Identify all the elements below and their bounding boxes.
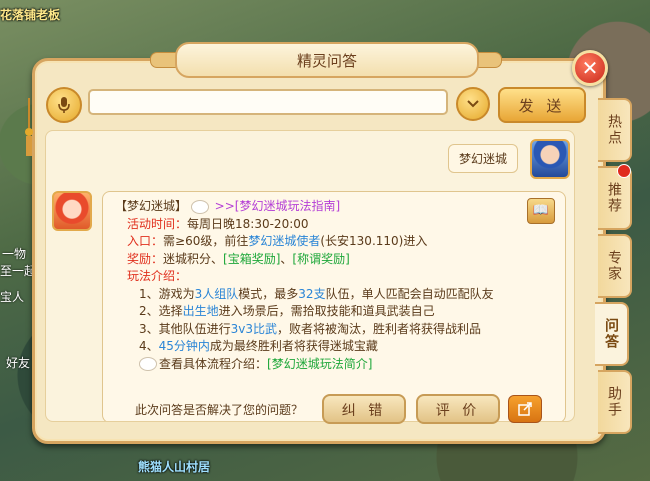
rule4-b: 45分钟内 <box>158 339 210 353</box>
bg-location-label: 熊猫人山村居 <box>138 460 211 474</box>
intro-label: 玩法介绍： <box>127 269 188 283</box>
reward-chest-link[interactable]: [宝箱奖励] <box>223 252 280 266</box>
tab-hot-label: 热点 <box>606 114 622 146</box>
bg-side-text-1: 一物 <box>2 247 27 261</box>
reward-sep: 、 <box>280 251 293 266</box>
tab-assistant-label: 助手 <box>606 386 622 418</box>
tab-hot[interactable]: 热点 <box>598 98 632 162</box>
rule3-c: ，败者将被淘汰，胜利者将获得战利品 <box>277 321 482 336</box>
npc-line-header: 【梦幻迷城】 >>[梦幻迷城玩法指南] <box>115 198 553 216</box>
rule2-a: 2、选择 <box>139 304 183 318</box>
share-icon <box>518 402 532 416</box>
share-button[interactable] <box>508 395 542 423</box>
question-input[interactable] <box>88 89 448 115</box>
dialog-title: 精灵问答 <box>175 42 479 78</box>
footer-text: 查看具体流程介绍： <box>159 356 268 371</box>
tab-expert-label: 专家 <box>606 250 622 282</box>
tab-qa[interactable]: 问答 <box>595 302 629 366</box>
intro-link[interactable]: [梦幻迷城玩法简介] <box>267 357 372 371</box>
tassel-decoration <box>25 98 33 156</box>
npc-line-footer: 查看具体流程介绍：[梦幻迷城玩法简介] <box>115 356 553 374</box>
close-x-icon: ✕ <box>581 56 599 80</box>
tab-qa-label: 问答 <box>603 318 619 350</box>
tab-assistant[interactable]: 助手 <box>598 370 632 434</box>
book-icon[interactable]: 📖 <box>527 198 555 224</box>
sheep-icon <box>190 199 209 214</box>
send-button-label: 发 送 <box>518 96 566 115</box>
time-label: 活动时间： <box>127 216 188 231</box>
npc-line-intro: 玩法介绍： <box>115 268 553 286</box>
rule4-a: 4、 <box>139 339 159 353</box>
npc-line-time: 活动时间：每周日晚18:30-20:00 <box>115 216 553 234</box>
bg-shop-label: 花落铺老板 <box>0 8 61 22</box>
bg-side-text-4: 好友 <box>6 356 31 370</box>
rate-button[interactable]: 评 价 <box>416 394 500 424</box>
reward-label: 奖励： <box>127 251 164 266</box>
player-message-bubble: 梦幻迷城 <box>447 144 518 173</box>
report-error-label: 纠 错 <box>341 403 387 419</box>
npc-rule-2: 2、选择出生地进入场景后，需拾取技能和道具武装自己 <box>115 303 553 321</box>
entry-label: 入口： <box>127 234 164 248</box>
notification-dot <box>617 164 631 178</box>
npc-line-entry: 入口：需≥60级，前往梦幻迷城使者(长安130.110)进入 <box>115 233 553 251</box>
tab-recommend-label: 推荐 <box>606 182 622 214</box>
rule3-a: 3、其他队伍进行 <box>139 321 231 336</box>
bg-side-text-3: 宝人 <box>0 290 25 304</box>
send-button[interactable]: 发 送 <box>498 87 586 123</box>
guide-link[interactable]: >>[梦幻迷城玩法指南] <box>215 199 340 213</box>
npc-title-text: 【梦幻迷城】 <box>115 199 188 213</box>
rule1-c: 模式，最多 <box>238 286 299 301</box>
chevron-down-icon <box>467 100 479 108</box>
player-message-text: 梦幻迷城 <box>458 152 507 166</box>
rule1-a: 1、游戏为 <box>139 286 195 301</box>
npc-rule-3: 3、其他队伍进行3v3比武，败者将被淘汰，胜利者将获得战利品 <box>115 321 553 339</box>
voice-input-button[interactable] <box>46 87 82 123</box>
reward-title-link[interactable]: [称谓奖励] <box>292 252 349 266</box>
dialog-title-text: 精灵问答 <box>296 51 357 70</box>
npc-rule-1: 1、游戏为3人组队模式，最多32支队伍，单人匹配会自动匹配队友 <box>115 286 553 304</box>
rate-label: 评 价 <box>435 403 481 419</box>
rule4-c: 成为最终胜利者将获得迷城宝藏 <box>209 339 378 353</box>
rule1-e: 队伍，单人匹配会自动匹配队友 <box>325 286 494 301</box>
npc-avatar <box>52 191 92 231</box>
sheep-icon <box>139 357 157 371</box>
reward-text: 迷城积分、 <box>163 251 224 266</box>
rule1-b: 3人组队 <box>194 286 239 301</box>
npc-message-bubble: 📖 【梦幻迷城】 >>[梦幻迷城玩法指南] 活动时间：每周日晚18:30-20:… <box>102 191 566 421</box>
entry-text-a: 需≥60级，前往 <box>163 234 249 248</box>
microphone-icon <box>58 97 70 113</box>
chat-area[interactable]: 梦幻迷城 📖 【梦幻迷城】 >>[梦幻迷城玩法指南] 活动时间：每周日晚18:3… <box>45 130 575 422</box>
rule3-b: 3v3比武 <box>230 321 278 336</box>
npc-rule-4: 4、45分钟内成为最终胜利者将获得迷城宝藏 <box>115 338 553 356</box>
close-button[interactable]: ✕ <box>572 50 608 86</box>
npc-line-reward: 奖励：迷城积分、[宝箱奖励]、[称谓奖励] <box>115 251 553 269</box>
time-value: 每周日晚18:30-20:00 <box>187 216 309 231</box>
rule2-b: 出生地 <box>182 304 219 318</box>
dropdown-button[interactable] <box>456 87 490 121</box>
rule2-c: 进入场景后，需拾取技能和道具武装自己 <box>218 304 435 318</box>
feedback-question: 此次问答是否解决了您的问题？ <box>135 403 304 417</box>
entry-npc-link[interactable]: 梦幻迷城使者 <box>248 234 320 248</box>
tab-expert[interactable]: 专家 <box>598 234 632 298</box>
rule1-d: 32支 <box>298 286 326 301</box>
report-error-button[interactable]: 纠 错 <box>322 394 406 424</box>
entry-text-b: (长安130.110)进入 <box>320 234 428 248</box>
bg-side-text-2: 至一起 <box>0 264 37 278</box>
player-avatar <box>530 139 570 179</box>
